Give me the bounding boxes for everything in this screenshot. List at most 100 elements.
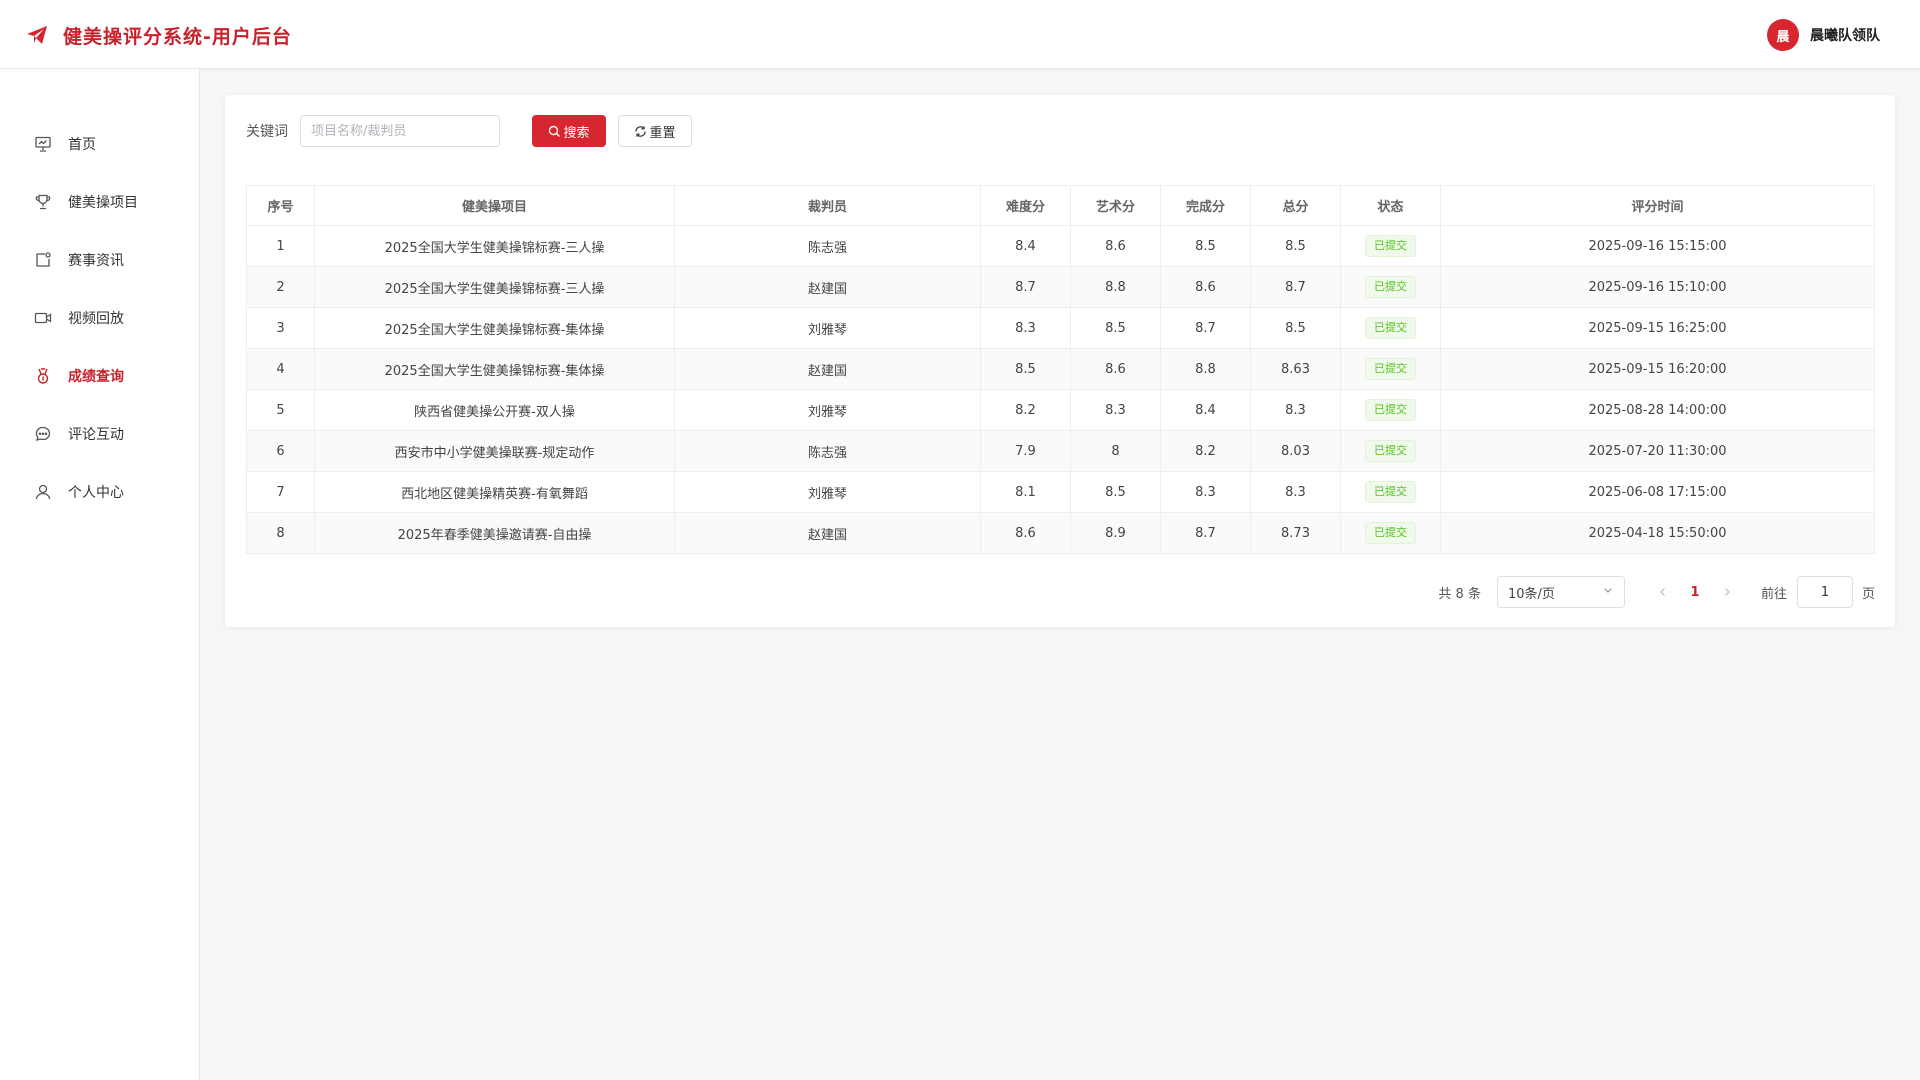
avatar[interactable]: 晨: [1767, 19, 1799, 51]
cell-total: 8.03: [1250, 430, 1341, 472]
paper-plane-icon: [25, 23, 49, 47]
cell-difficulty: 8.7: [980, 266, 1071, 308]
cell-total: 8.3: [1250, 471, 1341, 513]
table-row[interactable]: 8 2025年春季健美操邀请赛-自由操 赵建国 8.6 8.9 8.7 8.73…: [246, 512, 1875, 554]
cell-index: 6: [246, 430, 315, 472]
cell-execution: 8.5: [1160, 225, 1251, 267]
cell-index: 3: [246, 307, 315, 349]
keyword-input[interactable]: [300, 115, 500, 147]
search-icon: [548, 125, 561, 138]
cell-artistry: 8.8: [1070, 266, 1161, 308]
cell-total: 8.5: [1250, 225, 1341, 267]
next-page-button[interactable]: [1711, 576, 1743, 608]
search-button[interactable]: 搜索: [532, 115, 606, 147]
cell-project: 2025年春季健美操邀请赛-自由操: [314, 512, 675, 554]
sidebar-item-label: 首页: [68, 137, 96, 153]
sidebar-item-comments[interactable]: 评论互动: [0, 406, 199, 462]
cell-artistry: 8: [1070, 430, 1161, 472]
cell-artistry: 8.5: [1070, 471, 1161, 513]
sidebar-item-profile[interactable]: 个人中心: [0, 464, 199, 520]
sidebar-item-label: 成绩查询: [68, 369, 124, 385]
chevron-left-icon: [1660, 588, 1665, 596]
status-badge: 已提交: [1365, 440, 1416, 462]
user-menu[interactable]: 晨 晨曦队领队: [1767, 19, 1880, 51]
cell-judge: 赵建国: [674, 348, 981, 390]
user-name[interactable]: 晨曦队领队: [1810, 25, 1880, 45]
brand[interactable]: 健美操评分系统-用户后台: [25, 20, 292, 50]
cell-status: 已提交: [1340, 471, 1441, 513]
cell-execution: 8.8: [1160, 348, 1251, 390]
cell-time: 2025-09-16 15:10:00: [1440, 266, 1875, 308]
cell-execution: 8.3: [1160, 471, 1251, 513]
filter-bar: 关键词 搜索 重置: [246, 115, 692, 147]
cell-artistry: 8.6: [1070, 348, 1161, 390]
cell-project: 2025全国大学生健美操锦标赛-三人操: [314, 225, 675, 267]
chevron-down-icon: [1602, 584, 1614, 600]
col-header-total: 总分: [1250, 185, 1341, 226]
cell-time: 2025-04-18 15:50:00: [1440, 512, 1875, 554]
cell-execution: 8.6: [1160, 266, 1251, 308]
cell-index: 4: [246, 348, 315, 390]
sidebar-item-projects[interactable]: 健美操项目: [0, 174, 199, 230]
status-badge: 已提交: [1365, 317, 1416, 339]
cell-status: 已提交: [1340, 266, 1441, 308]
page-number-current[interactable]: 1: [1679, 576, 1711, 608]
chevron-right-icon: [1725, 588, 1730, 596]
col-header-difficulty: 难度分: [980, 185, 1071, 226]
cell-index: 5: [246, 389, 315, 431]
goto-unit: 页: [1861, 586, 1875, 602]
user-icon: [34, 483, 52, 501]
table-row[interactable]: 6 西安市中小学健美操联赛-规定动作 陈志强 7.9 8 8.2 8.03 已提…: [246, 430, 1875, 472]
cell-time: 2025-09-16 15:15:00: [1440, 225, 1875, 267]
table-header-row: 序号 健美操项目 裁判员 难度分 艺术分 完成分 总分 状态 评分时间: [246, 185, 1875, 226]
cell-index: 1: [246, 225, 315, 267]
col-header-judge: 裁判员: [674, 185, 981, 226]
table-row[interactable]: 1 2025全国大学生健美操锦标赛-三人操 陈志强 8.4 8.6 8.5 8.…: [246, 225, 1875, 267]
cell-index: 2: [246, 266, 315, 308]
pagination: 共 8 条 10条/页 1 前往 页: [1438, 576, 1875, 608]
cell-execution: 8.7: [1160, 512, 1251, 554]
cell-judge: 陈志强: [674, 225, 981, 267]
table-row[interactable]: 4 2025全国大学生健美操锦标赛-集体操 赵建国 8.5 8.6 8.8 8.…: [246, 348, 1875, 390]
scores-table: 序号 健美操项目 裁判员 难度分 艺术分 完成分 总分 状态 评分时间 1 20…: [246, 185, 1875, 554]
refresh-icon: [634, 125, 647, 138]
medal-icon: [34, 367, 52, 385]
sidebar-item-label: 健美操项目: [68, 195, 138, 211]
cell-total: 8.7: [1250, 266, 1341, 308]
sidebar-item-label: 赛事资讯: [68, 253, 124, 269]
cell-time: 2025-07-20 11:30:00: [1440, 430, 1875, 472]
table-row[interactable]: 2 2025全国大学生健美操锦标赛-三人操 赵建国 8.7 8.8 8.6 8.…: [246, 266, 1875, 308]
table-row[interactable]: 7 西北地区健美操精英赛-有氧舞蹈 刘雅琴 8.1 8.5 8.3 8.3 已提…: [246, 471, 1875, 513]
sidebar-item-video[interactable]: 视频回放: [0, 290, 199, 346]
goto-page-input[interactable]: [1796, 576, 1853, 608]
page-size-select[interactable]: 10条/页: [1496, 576, 1625, 608]
reset-button[interactable]: 重置: [618, 115, 692, 147]
cell-judge: 陈志强: [674, 430, 981, 472]
cell-project: 2025全国大学生健美操锦标赛-三人操: [314, 266, 675, 308]
status-badge: 已提交: [1365, 235, 1416, 257]
sidebar-item-home[interactable]: 首页: [0, 116, 199, 172]
prev-page-button[interactable]: [1647, 576, 1679, 608]
sidebar-item-label: 个人中心: [68, 485, 124, 501]
scores-card: 关键词 搜索 重置: [225, 95, 1895, 627]
top-header: 健美操评分系统-用户后台 晨 晨曦队领队: [0, 0, 1920, 69]
trophy-icon: [34, 193, 52, 211]
cell-artistry: 8.5: [1070, 307, 1161, 349]
status-badge: 已提交: [1365, 276, 1416, 298]
cell-artistry: 8.6: [1070, 225, 1161, 267]
cell-project: 2025全国大学生健美操锦标赛-集体操: [314, 348, 675, 390]
cell-status: 已提交: [1340, 225, 1441, 267]
page-size-value: 10条/页: [1507, 586, 1555, 602]
status-badge: 已提交: [1365, 399, 1416, 421]
sidebar-item-scores[interactable]: 成绩查询: [0, 348, 199, 404]
cell-project: 西北地区健美操精英赛-有氧舞蹈: [314, 471, 675, 513]
table-row[interactable]: 5 陕西省健美操公开赛-双人操 刘雅琴 8.2 8.3 8.4 8.3 已提交 …: [246, 389, 1875, 431]
sidebar-item-news[interactable]: 赛事资讯: [0, 232, 199, 288]
cell-total: 8.73: [1250, 512, 1341, 554]
cell-project: 2025全国大学生健美操锦标赛-集体操: [314, 307, 675, 349]
cell-total: 8.3: [1250, 389, 1341, 431]
cell-index: 7: [246, 471, 315, 513]
goto-label: 前往: [1760, 586, 1787, 602]
reset-button-label: 重置: [649, 125, 676, 141]
table-row[interactable]: 3 2025全国大学生健美操锦标赛-集体操 刘雅琴 8.3 8.5 8.7 8.…: [246, 307, 1875, 349]
